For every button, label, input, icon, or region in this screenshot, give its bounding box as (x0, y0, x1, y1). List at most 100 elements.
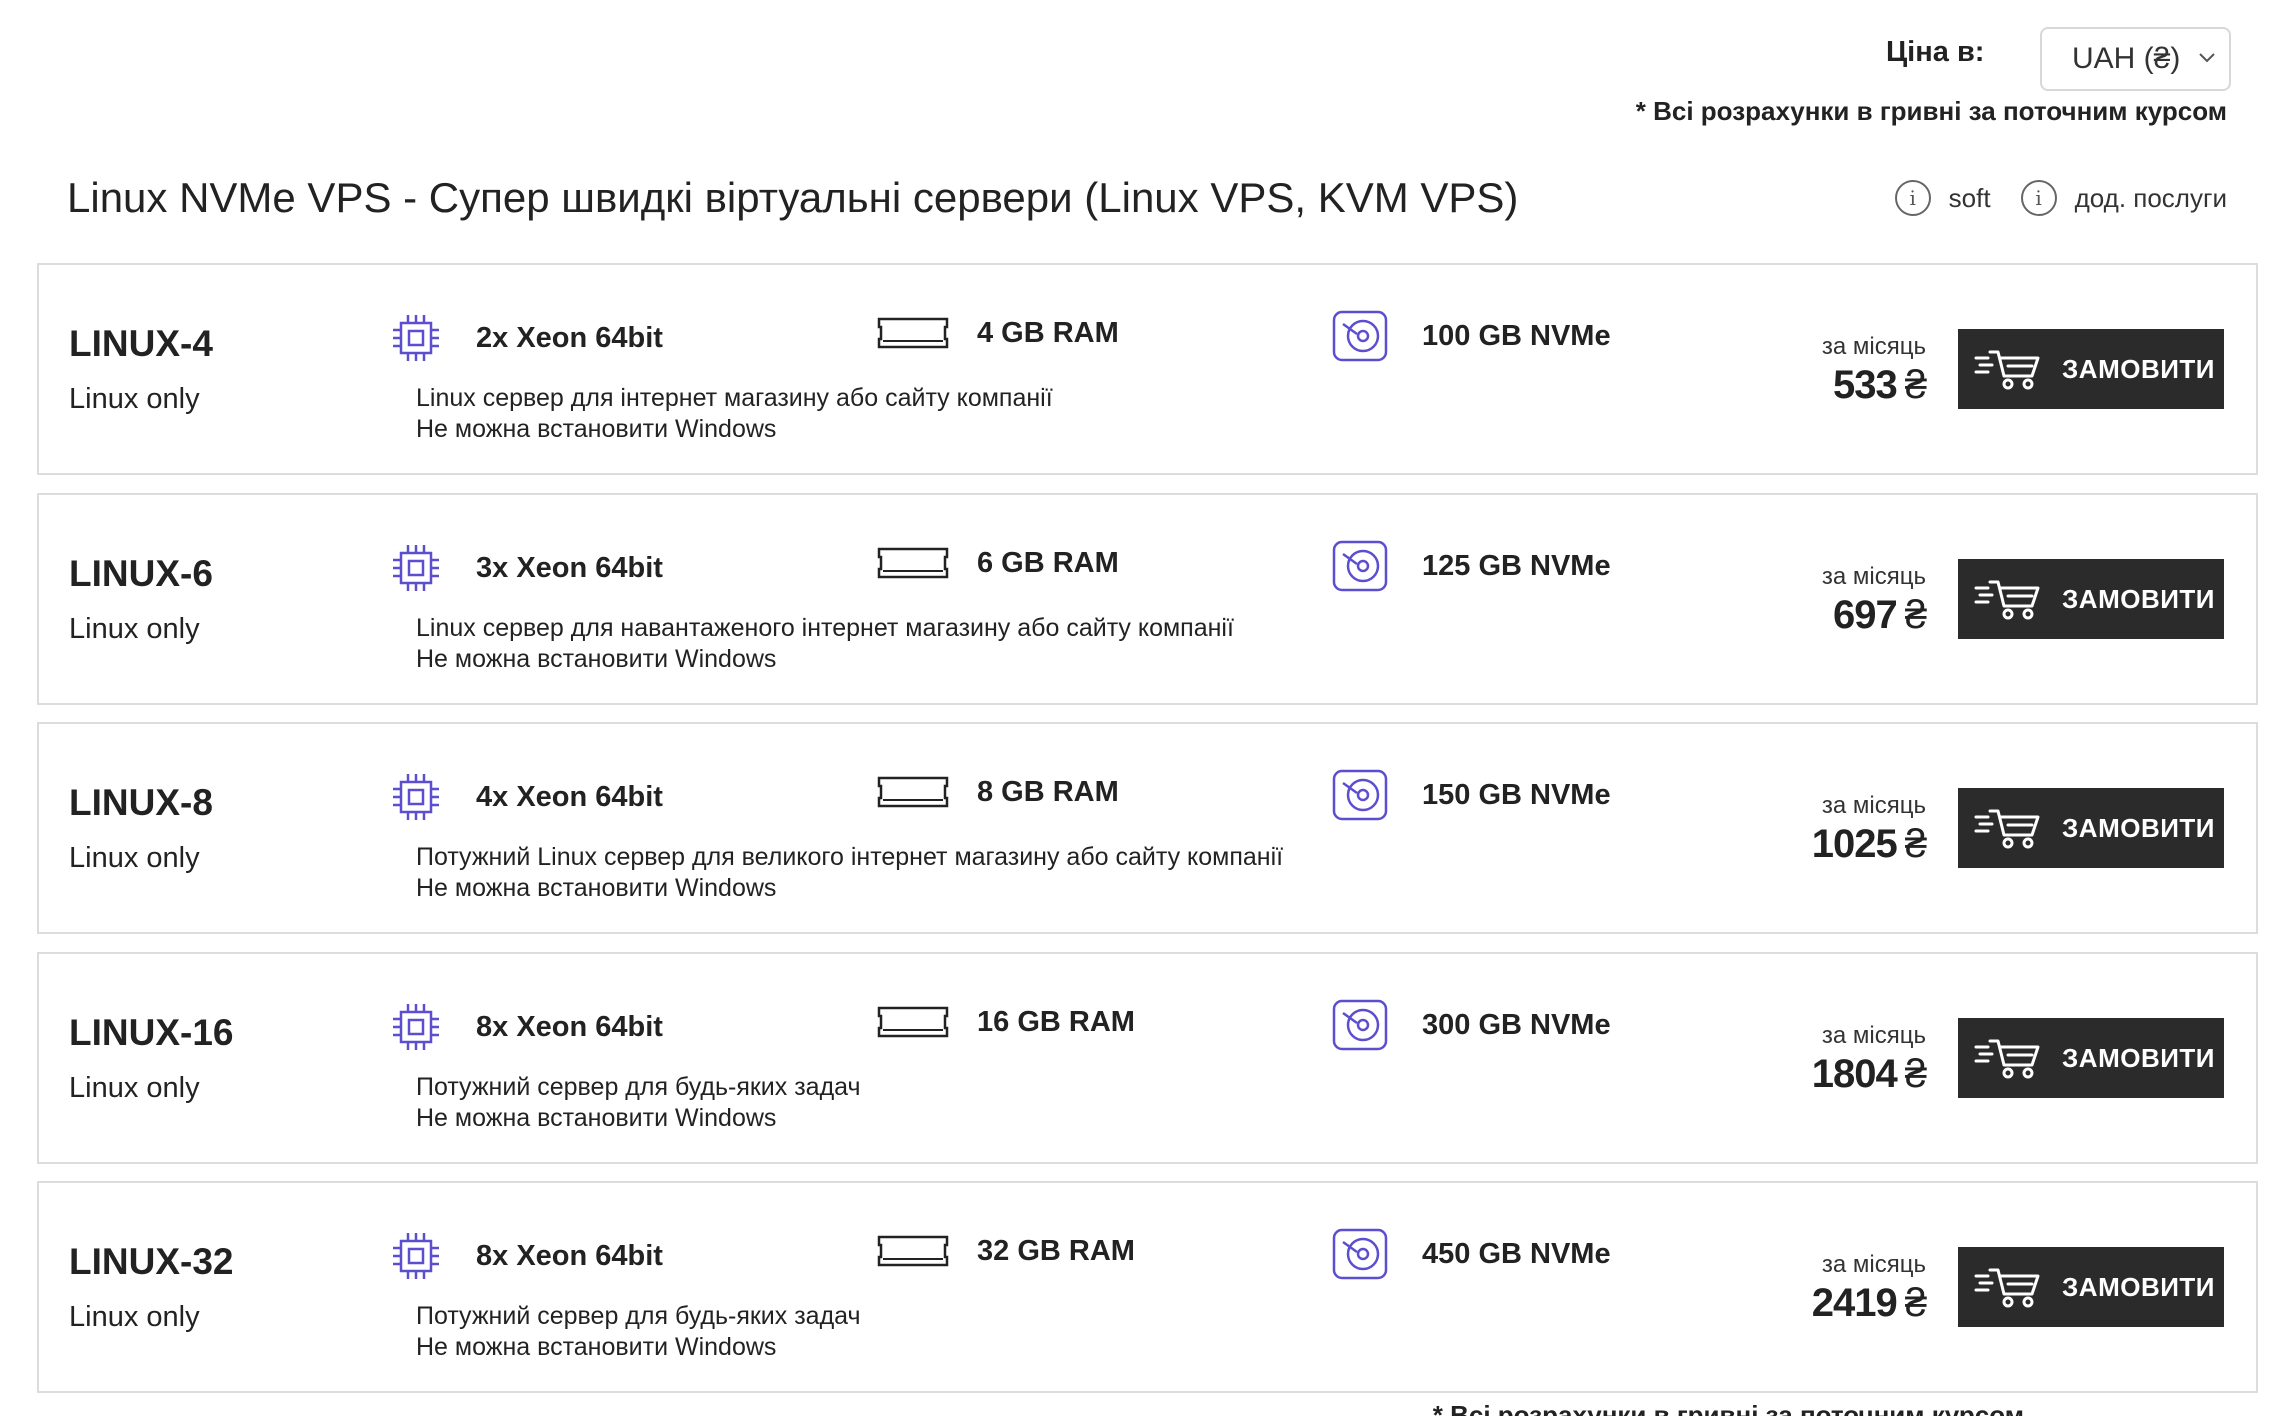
order-button[interactable]: ЗАМОВИТИ (1958, 1247, 2224, 1327)
cpu-icon (393, 315, 439, 361)
spec-disk: 300 GB NVMe (1331, 998, 1611, 1052)
pricing-page: Ціна в: UAH (₴) * Всі розрахунки в гривн… (0, 0, 2284, 1416)
currency-sign: ₴ (1904, 1052, 1927, 1096)
disk-icon (1332, 769, 1388, 821)
soft-link[interactable]: i soft (1894, 180, 1991, 216)
disk-value: 150 GB NVMe (1422, 778, 1611, 811)
cpu-icon (393, 774, 439, 820)
ram-value: 4 GB RAM (977, 316, 1119, 349)
plan-card-linux-4: LINUX-4 Linux only 2x Xeon 64bit 4 GB RA… (37, 263, 2258, 475)
plan-description-line: Потужний Linux сервер для великого інтер… (416, 843, 1284, 871)
order-button-label: ЗАМОВИТИ (2062, 812, 2215, 843)
cpu-icon (393, 545, 439, 591)
plan-windows-note: Не можна встановити Windows (416, 415, 777, 443)
disk-icon (1332, 540, 1388, 592)
order-button[interactable]: ЗАМОВИТИ (1958, 559, 2224, 639)
plan-name: LINUX-4 (69, 323, 213, 364)
disk-value: 450 GB NVMe (1422, 1237, 1611, 1270)
order-button-label: ЗАМОВИТИ (2062, 583, 2215, 614)
plan-windows-note: Не можна встановити Windows (416, 1333, 777, 1361)
plan-os: Linux only (69, 1301, 200, 1333)
plan-description: Потужний Linux сервер для великого інтер… (416, 842, 1283, 904)
page-title: Linux NVMe VPS - Супер швидкі віртуальні… (67, 174, 1519, 221)
cpu-icon (393, 1233, 439, 1279)
order-button[interactable]: ЗАМОВИТИ (1958, 1018, 2224, 1098)
per-month-label: за місяць (1821, 563, 1926, 590)
plan-price: 1804 ₴ (1811, 1052, 1927, 1097)
extra-services-link-label: дод. послуги (2074, 182, 2227, 213)
spec-ram: 16 GB RAM (875, 1002, 1135, 1042)
price-value: 1804 (1811, 1052, 1898, 1096)
plan-os: Linux only (69, 383, 200, 415)
info-icon: i (1894, 180, 1931, 216)
plan-price: 533 ₴ (1833, 363, 1927, 408)
spec-ram: 8 GB RAM (875, 772, 1119, 812)
plan-description-line: Linux сервер для інтернет магазину або с… (416, 384, 1053, 412)
per-month-label: за місяць (1821, 333, 1926, 360)
cpu-value: 4x Xeon 64bit (476, 780, 663, 813)
currency-sign: ₴ (1904, 1281, 1927, 1325)
spec-ram: 6 GB RAM (875, 543, 1119, 583)
ram-icon (877, 547, 949, 579)
ram-icon (877, 776, 949, 808)
per-month-label: за місяць (1821, 792, 1926, 819)
plan-description: Потужний сервер для будь-яких задач Не м… (416, 1301, 861, 1363)
spec-disk: 125 GB NVMe (1331, 539, 1611, 593)
bottom-currency-note: * Всі розрахунки в гривні за поточним ку… (1432, 1400, 2024, 1416)
cpu-value: 8x Xeon 64bit (476, 1239, 663, 1272)
plan-os: Linux only (69, 613, 200, 645)
cart-icon (1974, 350, 2040, 390)
currency-sign: ₴ (1904, 363, 1927, 407)
spec-ram: 4 GB RAM (875, 313, 1119, 353)
soft-link-label: soft (1948, 182, 1991, 213)
cpu-value: 8x Xeon 64bit (476, 1010, 663, 1043)
cart-icon (1974, 1039, 2040, 1079)
disk-icon (1332, 999, 1388, 1051)
info-links: i soft i дод. послуги (1894, 180, 2227, 216)
plan-name: LINUX-8 (69, 782, 213, 823)
currency-select[interactable]: UAH (₴) (2040, 27, 2231, 91)
plan-windows-note: Не можна встановити Windows (416, 1104, 777, 1132)
currency-note: * Всі розрахунки в гривні за поточним ку… (1635, 96, 2227, 126)
extra-services-link[interactable]: i дод. послуги (2020, 180, 2227, 216)
chevron-down-icon (2199, 53, 2215, 63)
order-button[interactable]: ЗАМОВИТИ (1958, 788, 2224, 868)
plan-os: Linux only (69, 1072, 200, 1104)
ram-icon (877, 1235, 949, 1267)
spec-ram: 32 GB RAM (875, 1231, 1135, 1271)
plan-name: LINUX-6 (69, 553, 213, 594)
order-button[interactable]: ЗАМОВИТИ (1958, 329, 2224, 409)
spec-disk: 450 GB NVMe (1331, 1227, 1611, 1281)
spec-cpu: 4x Xeon 64bit (391, 772, 663, 822)
order-button-label: ЗАМОВИТИ (2062, 1042, 2215, 1073)
price-value: 2419 (1811, 1281, 1898, 1325)
currency-select-value: UAH (₴) (2072, 42, 2181, 75)
plan-description-line: Linux сервер для навантаженого інтернет … (416, 614, 1234, 642)
currency-sign: ₴ (1904, 593, 1927, 637)
plan-description: Потужний сервер для будь-яких задач Не м… (416, 1072, 861, 1134)
disk-value: 300 GB NVMe (1422, 1008, 1611, 1041)
plan-os: Linux only (69, 842, 200, 874)
currency-sign: ₴ (1904, 822, 1927, 866)
ram-value: 6 GB RAM (977, 546, 1119, 579)
cart-icon (1974, 1268, 2040, 1308)
cart-icon (1974, 580, 2040, 620)
disk-icon (1332, 310, 1388, 362)
ram-icon (877, 317, 949, 349)
price-value: 533 (1833, 363, 1898, 407)
plan-card-linux-8: LINUX-8 Linux only 4x Xeon 64bit 8 GB RA… (37, 722, 2258, 934)
plan-windows-note: Не можна встановити Windows (416, 874, 777, 902)
price-value: 697 (1833, 593, 1898, 637)
disk-value: 100 GB NVMe (1422, 319, 1611, 352)
plan-description-line: Потужний сервер для будь-яких задач (416, 1302, 861, 1330)
spec-cpu: 3x Xeon 64bit (391, 543, 663, 593)
plan-price: 697 ₴ (1833, 593, 1927, 638)
spec-cpu: 8x Xeon 64bit (391, 1231, 663, 1281)
order-button-label: ЗАМОВИТИ (2062, 1271, 2215, 1302)
disk-value: 125 GB NVMe (1422, 549, 1611, 582)
price-value: 1025 (1811, 822, 1898, 866)
cart-icon (1974, 809, 2040, 849)
disk-icon (1332, 1228, 1388, 1280)
plan-description-line: Потужний сервер для будь-яких задач (416, 1073, 861, 1101)
per-month-label: за місяць (1821, 1022, 1926, 1049)
